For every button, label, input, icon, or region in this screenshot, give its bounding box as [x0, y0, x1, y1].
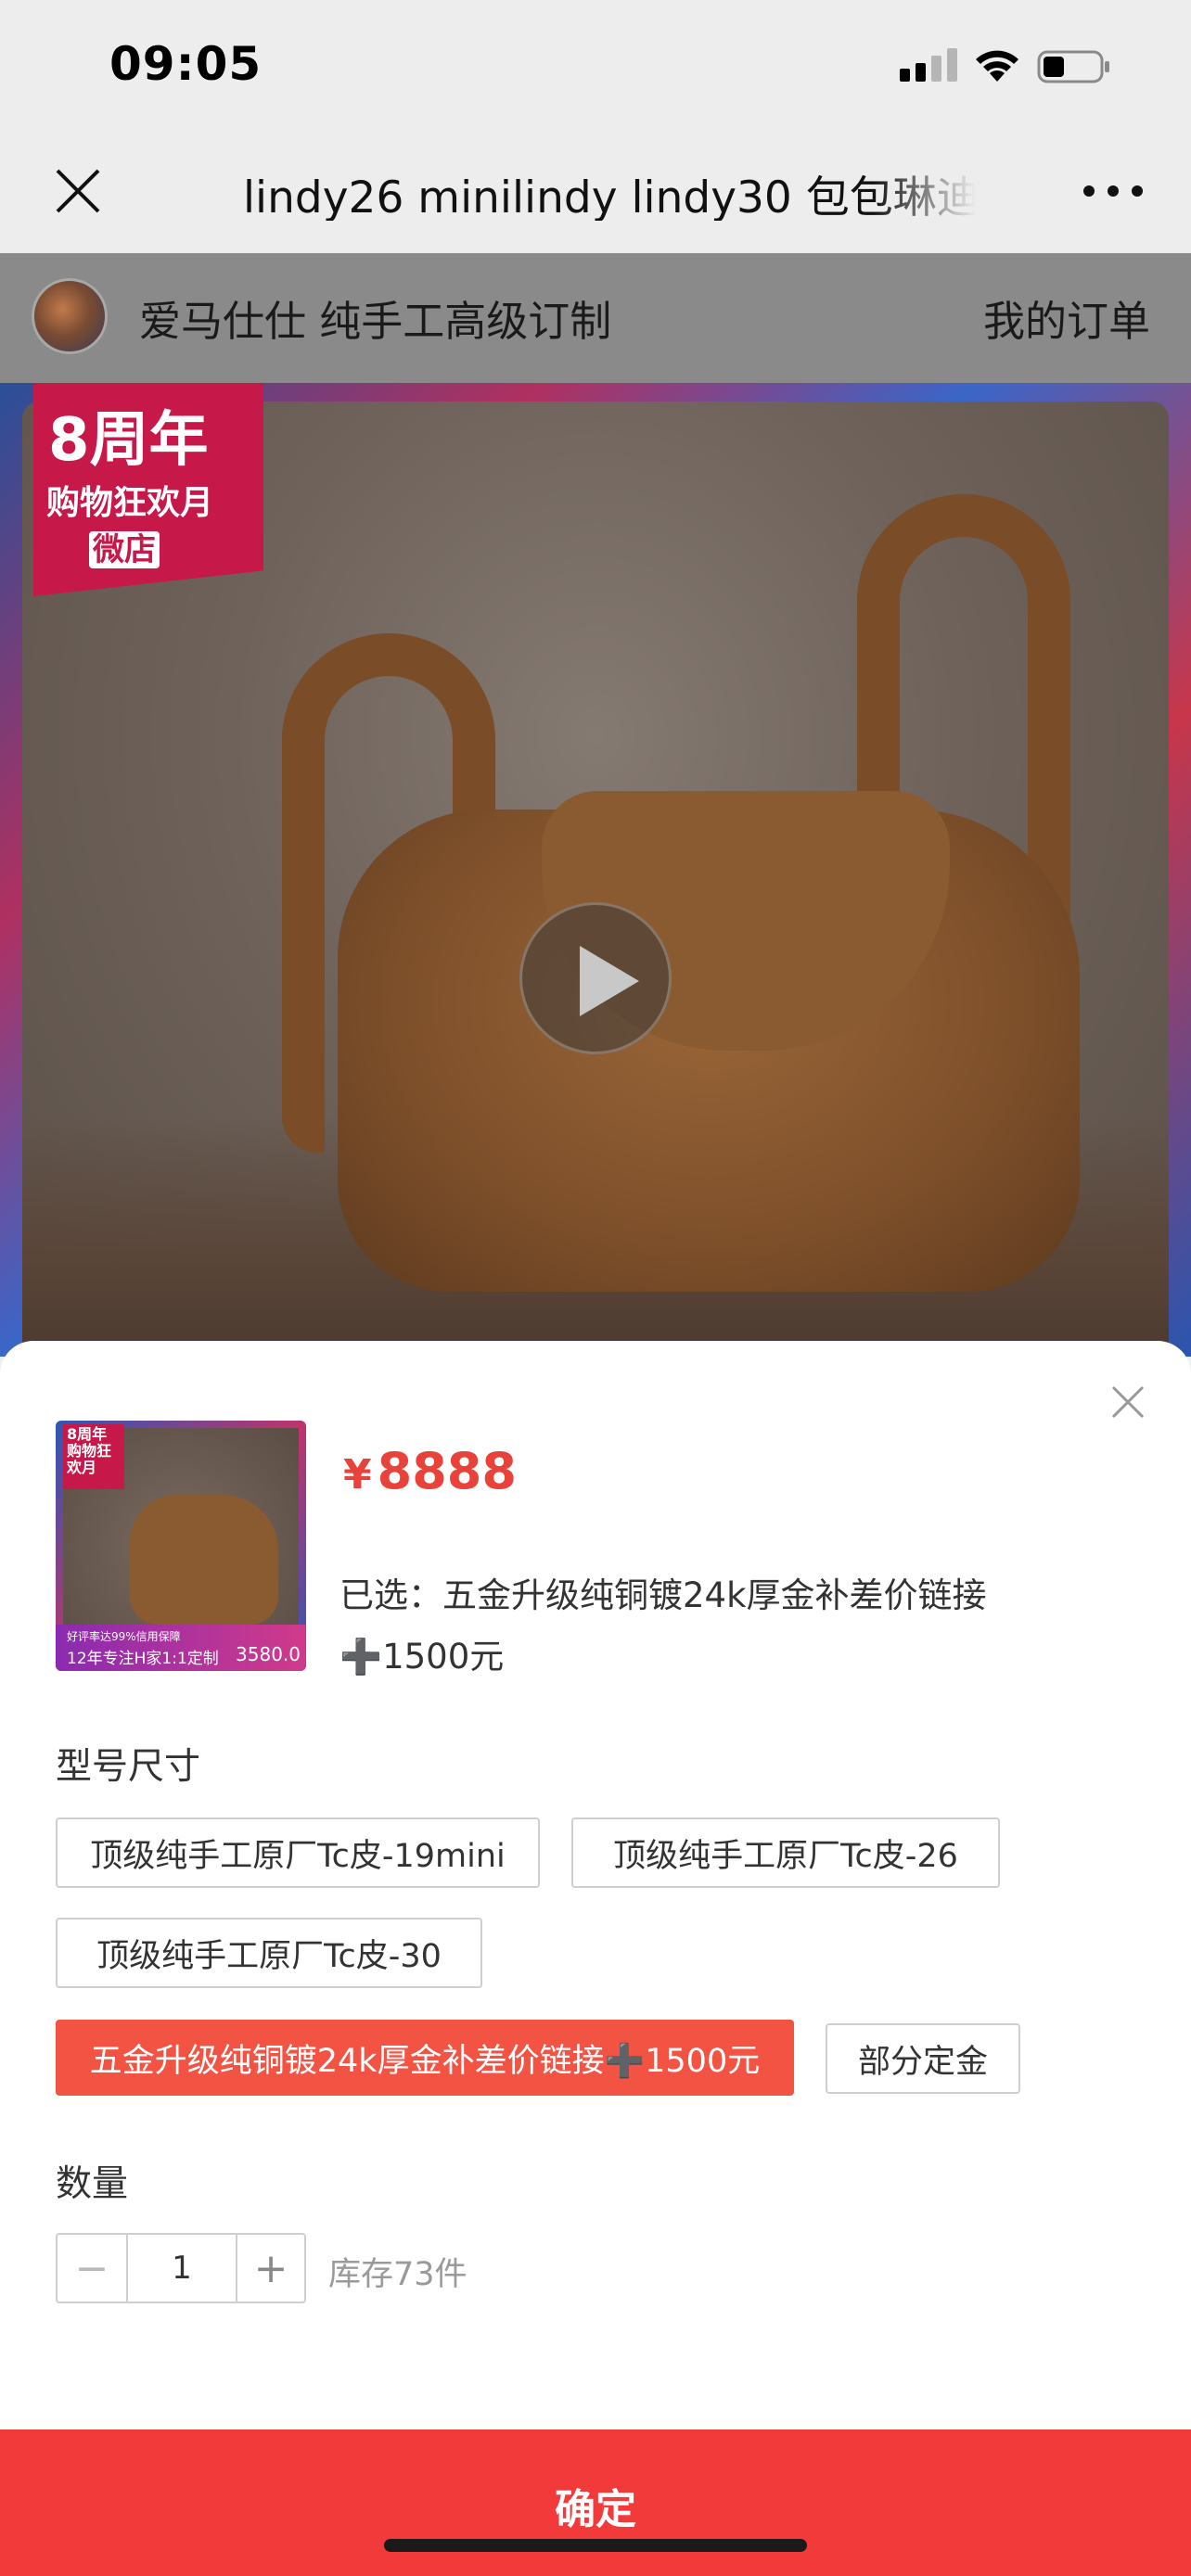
- my-orders-link[interactable]: 我的订单: [983, 287, 1150, 348]
- option-26[interactable]: 顶级纯手工原厂Tc皮-26: [571, 1817, 1000, 1888]
- confirm-button-label: 确定: [555, 2486, 636, 2533]
- more-options-icon[interactable]: [1083, 182, 1143, 200]
- page-title: lindy26 minilindy lindy30 包包琳迪: [243, 172, 976, 221]
- product-thumbnail[interactable]: 8周年 购物狂欢月 好评率达99%信用保障 12年专注H家1:1定制 3580.…: [56, 1421, 306, 1671]
- wifi-icon: [976, 50, 1018, 82]
- status-time: 09:05: [109, 37, 263, 91]
- option-19mini[interactable]: 顶级纯手工原厂Tc皮-19mini: [56, 1817, 540, 1888]
- increase-button[interactable]: +: [236, 2235, 304, 2302]
- battery-icon: [1037, 50, 1109, 83]
- quantity-input[interactable]: 1: [128, 2235, 236, 2302]
- decrease-button[interactable]: −: [58, 2235, 128, 2302]
- stock-text: 库存73件: [328, 2256, 467, 2293]
- size-section-label: 型号尺寸: [56, 1746, 201, 1788]
- price: ¥8888: [343, 1442, 517, 1500]
- option-gold-upgrade[interactable]: 五金升级纯铜镀24k厚金补差价链接➕1500元: [56, 2020, 794, 2096]
- option-30[interactable]: 顶级纯手工原厂Tc皮-30: [56, 1918, 482, 1988]
- quantity-section-label: 数量: [56, 2163, 129, 2205]
- play-video-button[interactable]: [519, 902, 672, 1054]
- shop-name[interactable]: 爱马仕仕 纯手工高级订制: [139, 287, 611, 348]
- home-indicator: [384, 2539, 807, 2552]
- cellular-signal-icon: [900, 48, 959, 82]
- sheet-close-icon[interactable]: [1109, 1384, 1146, 1421]
- shop-avatar[interactable]: [32, 278, 108, 354]
- product-image[interactable]: 8周年 购物狂欢月 微店: [0, 383, 1191, 1357]
- quantity-stepper: − 1 +: [56, 2233, 306, 2303]
- close-icon[interactable]: [54, 167, 102, 215]
- play-icon: [580, 946, 639, 1016]
- selected-sku-text: 已选：五金升级纯铜镀24k厚金补差价链接 ➕1500元: [339, 1575, 987, 1677]
- option-partial-deposit[interactable]: 部分定金: [826, 2023, 1020, 2094]
- anniversary-badge: 8周年 购物狂欢月 微店: [33, 383, 263, 596]
